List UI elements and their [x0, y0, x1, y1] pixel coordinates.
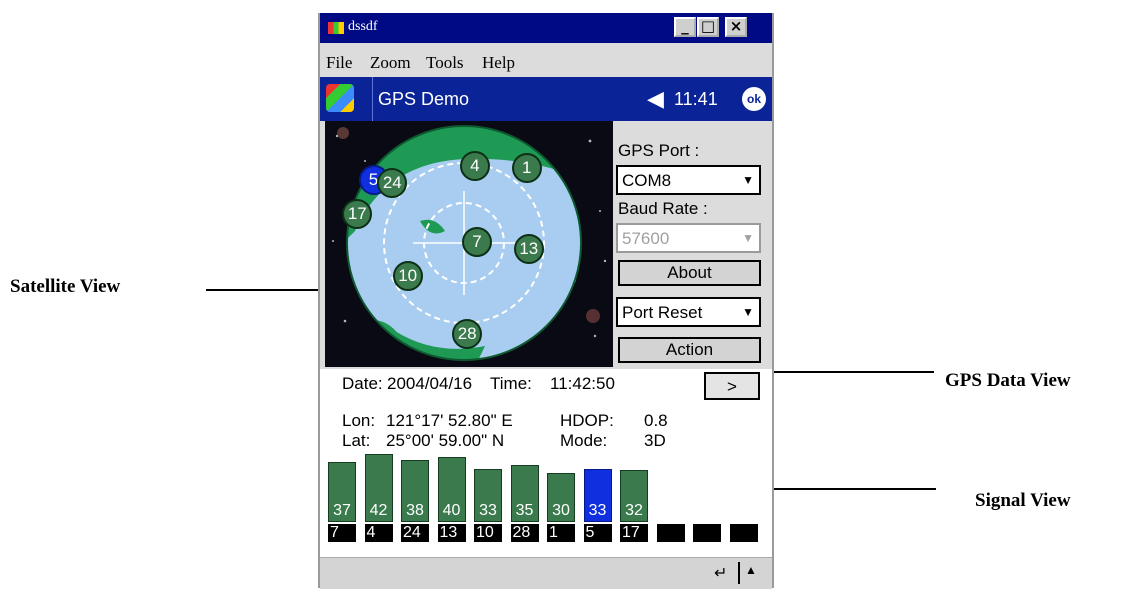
satellite-prn-label: 28	[510, 524, 539, 542]
window-title: dssdf	[348, 19, 378, 34]
signal-strength-label: 38	[406, 502, 424, 519]
more-button[interactable]: >	[704, 372, 760, 400]
signal-strength-label: 42	[369, 502, 388, 519]
maximize-button[interactable]: □	[697, 17, 719, 37]
pocket-pc-device: dssdf _ □ × File Zoom Tools Help GPS Dem…	[318, 13, 774, 589]
signal-strength-label: 37	[333, 502, 351, 519]
chevron-down-icon: ▼	[742, 173, 754, 187]
lon-label: Lon:	[342, 411, 376, 430]
navigation-bar: GPS Demo ◀︎ 11:41 ok	[320, 77, 772, 121]
up-arrow-icon[interactable]: ▲	[745, 563, 757, 577]
bottom-bar-divider	[738, 562, 740, 584]
clock[interactable]: 11:41	[674, 89, 718, 110]
satellite-view-annotation: Satellite View	[10, 276, 121, 297]
time-value: 11:42:50	[550, 374, 615, 393]
satellite-prn-label	[729, 524, 758, 542]
mode-label: Mode:	[560, 431, 608, 450]
port-reset-value: Port Reset	[622, 303, 703, 322]
date-label: Date:	[342, 374, 383, 393]
satellite-prn-label: 1	[547, 524, 575, 542]
satellite-prn-label: 17	[620, 524, 648, 542]
gps-data-view: Date: 2004/04/16 Time: 11:42:50 > Lon: 1…	[320, 369, 772, 464]
signal-strength-label: 33	[588, 502, 607, 519]
minimize-button[interactable]: _	[674, 17, 696, 37]
signal-strength-label: 35	[515, 502, 534, 519]
satellite-prn-label	[693, 524, 721, 542]
menu-help[interactable]: Help	[482, 53, 515, 73]
app-title: GPS Demo	[378, 89, 470, 109]
signal-strength-label: 40	[442, 502, 461, 519]
satellite-view: 5 24 4 1 17 7 13 10 28	[325, 121, 613, 367]
satellite-prn-label: 7	[328, 524, 356, 542]
satellite-markers: 5 24 4 1 17 7 13 10 28	[325, 121, 613, 367]
chevron-down-icon: ▼	[742, 231, 754, 245]
satellite-marker: 24	[377, 167, 408, 198]
close-button[interactable]: ×	[725, 17, 747, 37]
satellite-marker: 17	[342, 199, 373, 230]
menu-zoom[interactable]: Zoom	[370, 53, 411, 73]
signal-strength-label: 33	[479, 502, 497, 519]
satellite-marker: 28	[452, 318, 483, 349]
baud-rate-value: 57600	[622, 229, 670, 248]
signal-view-pointer-line	[768, 488, 936, 490]
windows-flag-icon[interactable]	[326, 84, 354, 112]
satellite-prn-label: 10	[474, 524, 502, 542]
menu-tools[interactable]: Tools	[426, 53, 464, 73]
action-button[interactable]: Action	[618, 337, 761, 363]
time-label: Time:	[490, 374, 532, 393]
mode-value: 3D	[644, 431, 666, 450]
chevron-down-icon: ▼	[742, 305, 754, 319]
lat-value: 25°00' 59.00" N	[386, 431, 505, 450]
signal-bars: 37 7 42 4 38 24 40 13 33 10 35 28 30 1 33 5 32 17	[320, 453, 772, 557]
bottom-menu-bar: ↵ ▲	[320, 557, 772, 589]
lat-label: Lat:	[342, 431, 371, 450]
about-button[interactable]: About	[618, 260, 761, 286]
gps-port-value: COM8	[622, 171, 672, 190]
keyboard-input-icon[interactable]: ↵	[714, 563, 727, 583]
signal-strength-label: 32	[625, 502, 643, 519]
gps-data-view-annotation: GPS Data View	[945, 370, 1071, 391]
window-title-bar: dssdf _ □ ×	[320, 13, 772, 43]
hdop-label: HDOP:	[560, 411, 614, 430]
gps-port-label: GPS Port :	[618, 141, 700, 160]
menu-bar: File Zoom Tools Help	[320, 49, 772, 77]
speaker-icon[interactable]: ◀︎	[647, 86, 664, 112]
lon-value: 121°17' 52.80" E	[386, 411, 513, 430]
settings-panel: GPS Port : COM8 ▼ Baud Rate : 57600 ▼ Ab…	[616, 121, 772, 369]
satellite-prn-label	[656, 524, 685, 542]
baud-rate-label: Baud Rate :	[618, 199, 708, 218]
satellite-marker: 10	[392, 260, 423, 291]
gps-data-view-pointer-line	[772, 371, 934, 373]
nav-divider	[372, 77, 373, 121]
signal-strength-label: 30	[552, 502, 570, 519]
satellite-marker: 4	[459, 150, 490, 181]
hdop-value: 0.8	[644, 411, 668, 430]
gps-port-select[interactable]: COM8 ▼	[616, 165, 761, 195]
baud-rate-select[interactable]: 57600 ▼	[616, 223, 761, 253]
satellite-prn-label: 5	[583, 524, 612, 542]
satellite-prn-label: 24	[401, 524, 429, 542]
satellite-marker: 1	[511, 153, 542, 184]
satellite-prn-label: 4	[364, 524, 393, 542]
signal-view: 37 7 42 4 38 24 40 13 33 10 35 28 30 1 33 5 32 17	[320, 453, 772, 557]
port-reset-select[interactable]: Port Reset ▼	[616, 297, 761, 327]
satellite-marker: 7	[462, 226, 492, 257]
satellite-prn-label: 13	[437, 524, 466, 542]
menu-file[interactable]: File	[326, 53, 352, 73]
signal-view-annotation: Signal View	[975, 490, 1071, 511]
ok-button[interactable]: ok	[742, 87, 766, 111]
app-icon	[328, 22, 344, 34]
satellite-marker: 13	[513, 233, 544, 264]
date-value: 2004/04/16	[387, 374, 473, 393]
